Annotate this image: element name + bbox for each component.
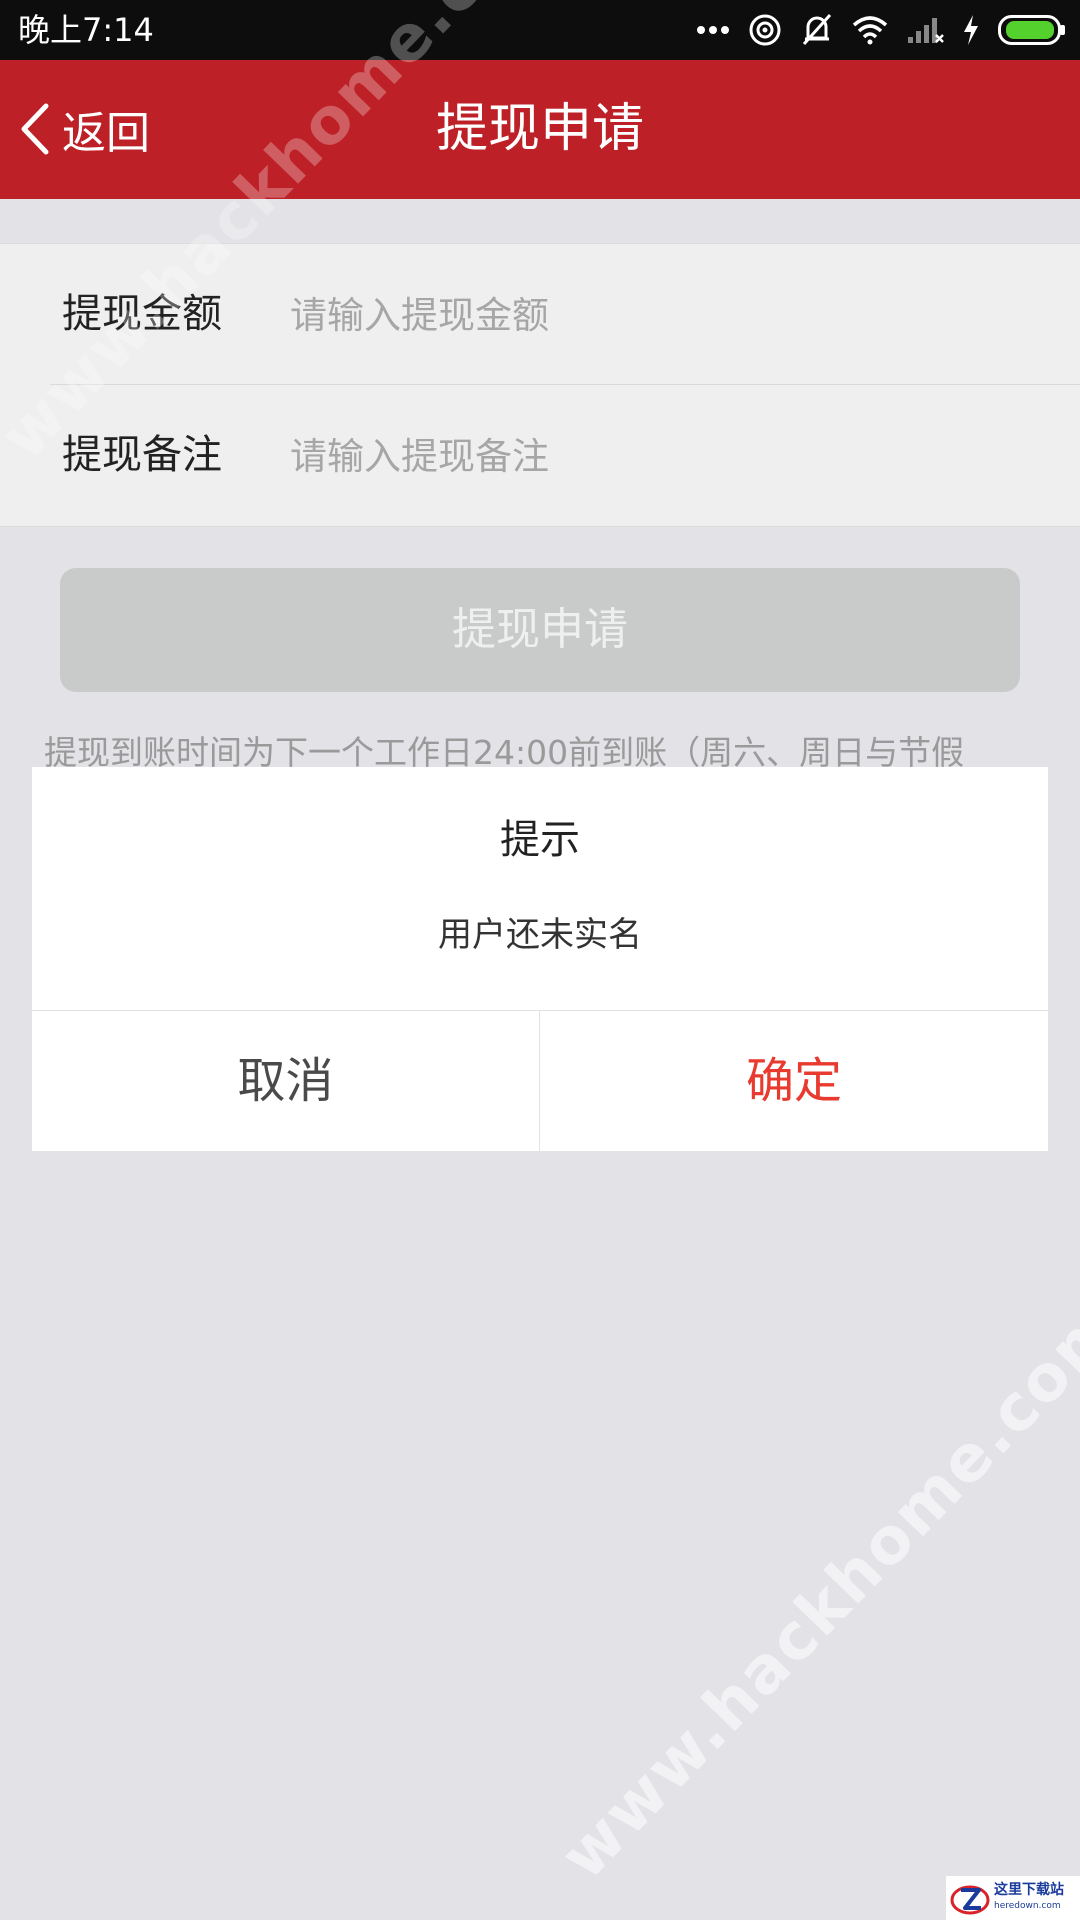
logo-name: 这里下载站 [994,1882,1064,1898]
battery-icon [998,15,1065,45]
alert-dialog: 提示 用户还未实名 取消 确定 [32,767,1048,1151]
dialog-title: 提示 [500,817,580,863]
mute-bell-icon [802,13,832,46]
logo-domain: heredown.com [994,1901,1061,1911]
signal-no-service-icon [908,18,944,43]
page-title: 提现申请 [435,99,644,159]
status-bar: 晚上7:14 [0,0,1080,60]
logo-icon [950,1885,990,1915]
cancel-button[interactable]: 取消 [32,1011,539,1151]
charging-bolt-icon [964,15,978,45]
withdraw-note: 提现到账时间为下一个工作日24:00前到账（周六、周日与节假 [44,733,965,768]
status-time: 晚上7:14 [18,11,154,49]
watermark-bottom: www.hackhome.com [546,1287,1080,1894]
remark-input[interactable] [288,425,1052,487]
wifi-icon [852,16,888,45]
amount-input[interactable] [288,284,1052,346]
corner-logo: 这里下载站 heredown.com [946,1876,1080,1920]
dialog-message: 用户还未实名 [438,915,642,955]
hotspot-icon [749,14,781,46]
more-dots-icon [697,26,729,34]
submit-withdraw-button[interactable]: 提现申请 [60,568,1020,692]
status-icons [696,12,1066,48]
confirm-button[interactable]: 确定 [540,1011,1048,1151]
remark-row: 提现备注 [0,385,1080,525]
header-bar: 返回 提现申请 [0,60,1080,199]
